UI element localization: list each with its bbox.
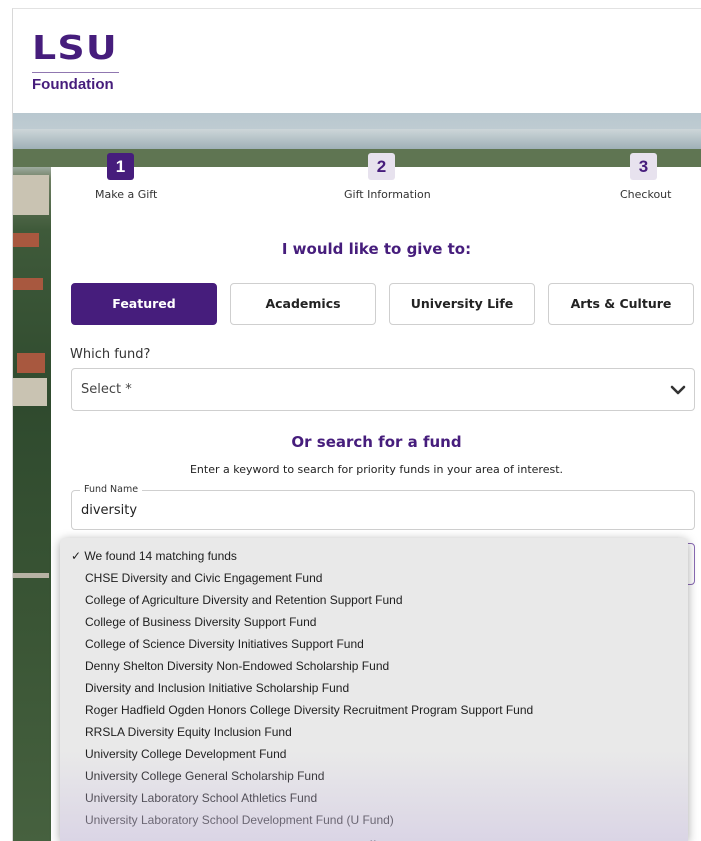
tab-featured[interactable]: Featured [71,283,217,325]
step-2-number: 2 [368,153,395,180]
lsu-foundation-logo[interactable]: LSU Foundation [32,31,119,93]
logo-mark: LSU [32,28,118,67]
list-item[interactable]: University College General Scholarship F… [85,769,324,783]
banner-roof [13,278,43,290]
step-3-number: 3 [630,153,657,180]
fund-name-field[interactable]: Fund Name [71,484,695,530]
list-item[interactable]: University Laboratory School Athletics F… [85,791,317,805]
list-item[interactable]: University College Development Fund [85,747,286,761]
search-instruction: Enter a keyword to search for priority f… [189,463,564,476]
fund-results-dropdown[interactable]: ✓ We found 14 matching funds CHSE Divers… [60,538,688,841]
fund-name-input[interactable] [81,503,681,518]
step-1-label: Make a Gift [95,188,158,201]
list-item[interactable]: University Laboratory School Development… [85,813,394,827]
step-2-label: Gift Information [344,188,431,201]
logo-subtitle: Foundation [32,76,114,93]
list-item[interactable]: Denny Shelton Diversity Non-Endowed Scho… [85,659,389,673]
list-item[interactable]: Roger Hadfield Ogden Honors College Dive… [85,703,533,717]
tab-arts-culture[interactable]: Arts & Culture [548,283,694,325]
give-heading: I would like to give to: [281,240,472,258]
tab-university-life[interactable]: University Life [389,283,535,325]
fund-name-label: Fund Name [80,484,143,495]
fund-select[interactable]: Select * [71,368,695,411]
list-item[interactable]: Diversity and Inclusion Initiative Schol… [85,681,349,695]
banner-roof [13,233,39,247]
banner-road [13,573,49,578]
banner-building [13,175,49,215]
site-header: LSU Foundation [13,9,701,113]
step-3-label: Checkout [620,188,672,201]
tab-academics[interactable]: Academics [230,283,376,325]
banner-building [13,378,47,406]
step-1-number: 1 [107,153,134,180]
which-fund-label: Which fund? [70,347,151,362]
list-item[interactable]: College of Science Diversity Initiatives… [85,637,364,651]
list-item[interactable]: College of Business Diversity Support Fu… [85,615,316,629]
list-item[interactable]: CHSE Diversity and Civic Engagement Fund [85,571,322,585]
chevron-down-icon [670,385,686,395]
logo-divider [32,72,119,73]
list-item[interactable]: College of Agriculture Diversity and Ret… [85,593,403,607]
search-heading: Or search for a fund [291,433,462,451]
fund-select-value: Select * [81,382,132,397]
scroll-more-icon[interactable]: ⌄ [368,832,378,841]
banner-roof [17,353,45,373]
banner-river [13,129,701,149]
list-item[interactable]: RRSLA Diversity Equity Inclusion Fund [85,725,292,739]
results-summary[interactable]: ✓ We found 14 matching funds [71,549,237,563]
